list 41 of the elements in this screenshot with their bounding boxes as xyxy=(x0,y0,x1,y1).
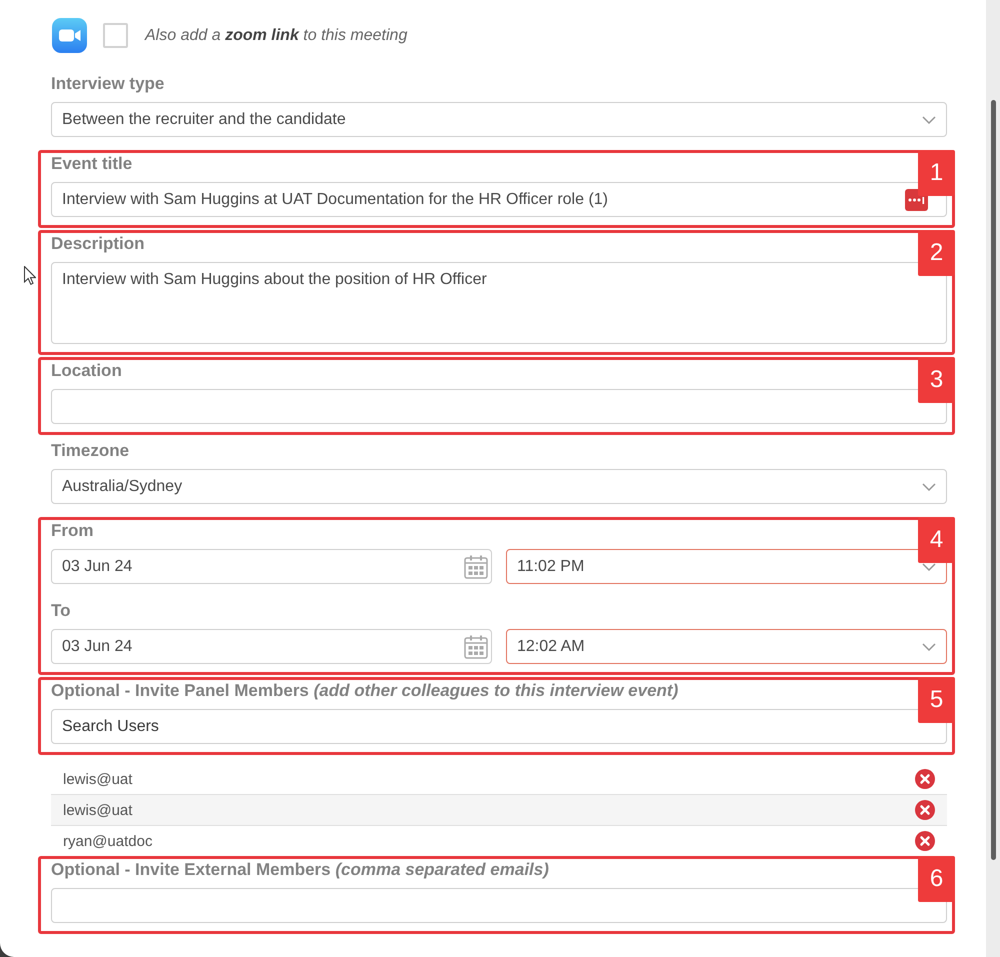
email-text: ryan@uatdoc xyxy=(63,832,152,850)
time-dropdown[interactable]: 11:02 PM xyxy=(506,549,947,584)
email-text: lewis@uat xyxy=(63,770,132,788)
video-camera-icon xyxy=(52,18,87,53)
chevron-down-icon xyxy=(922,116,936,124)
chevron-down-icon xyxy=(922,482,936,490)
text-field[interactable]: Interview with Sam Huggins at UAT Documentation for the HR Officer role (1) xyxy=(51,182,947,217)
email-text: lewis@uat xyxy=(63,802,132,818)
callout-number: 4 xyxy=(918,517,955,563)
date-field[interactable]: 03 Jun 24 xyxy=(51,549,492,584)
field-label: Optional - Invite External Members (comma separated emails) xyxy=(51,860,549,880)
callout-number: 6 xyxy=(918,856,955,902)
field-label: From xyxy=(51,521,94,541)
time-dropdown[interactable]: 12:02 AM xyxy=(506,629,947,664)
field-label: Optional - Invite Panel Members (add other colleagues to this interview event) xyxy=(51,681,678,701)
checkbox[interactable] xyxy=(103,23,128,48)
field-label: Interview type xyxy=(51,74,164,94)
close-icon[interactable] xyxy=(915,800,935,820)
field-label: Description xyxy=(51,234,145,254)
text-field[interactable] xyxy=(51,888,947,923)
close-icon[interactable] xyxy=(915,769,935,789)
field-label: Timezone xyxy=(51,441,130,461)
dropdown[interactable]: Between the recruiter and the candidate xyxy=(51,102,947,137)
cursor-icon xyxy=(24,266,36,285)
chevron-down-icon xyxy=(922,642,936,650)
field-label: To xyxy=(51,601,71,621)
callout-number: 3 xyxy=(918,357,955,403)
text-area[interactable]: Interview with Sam Huggins about the position of HR Officer xyxy=(51,262,947,344)
dropdown[interactable]: Australia/Sydney xyxy=(51,469,947,504)
callout-number: 2 xyxy=(918,230,955,276)
scrollbar-thumb[interactable] xyxy=(990,100,996,860)
chevron-down-icon xyxy=(922,562,936,570)
field-label: Event title xyxy=(51,154,132,174)
close-icon[interactable] xyxy=(915,831,935,851)
search-field[interactable]: Search Users xyxy=(51,709,947,744)
option-label: Also add a zoom link to this meeting xyxy=(145,26,408,44)
callout-number: 5 xyxy=(918,677,955,723)
field-label: Location xyxy=(51,361,122,381)
date-field[interactable]: 03 Jun 24 xyxy=(51,629,492,664)
text-field[interactable] xyxy=(51,389,947,424)
callout-number: 1 xyxy=(918,150,955,196)
